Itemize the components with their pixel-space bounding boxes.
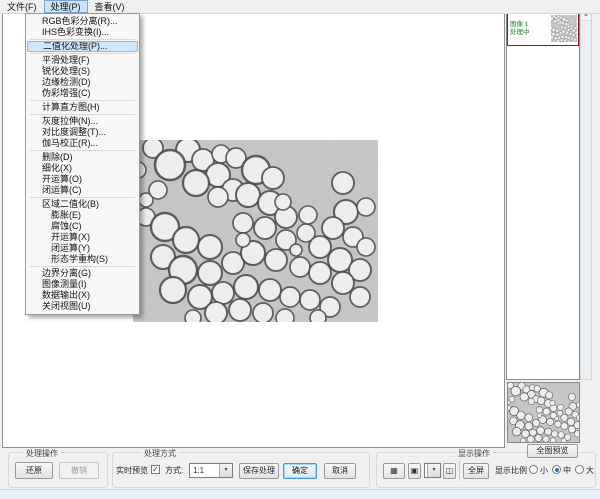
menu-item[interactable]: 边缘检测(D) <box>27 77 138 88</box>
menu-item[interactable]: 图像测量(I) <box>27 279 138 290</box>
scale-radio-label: 大 <box>586 466 594 475</box>
live-preview-label: 实时预览 <box>116 466 148 475</box>
menu-item[interactable]: 腐蚀(C) <box>27 221 138 232</box>
menu-separator <box>30 150 135 151</box>
menu-item[interactable]: 锐化处理(S) <box>27 66 138 77</box>
menu-item[interactable]: 删除(D) <box>27 152 138 163</box>
navigator-button[interactable]: 全图预览 <box>527 444 578 458</box>
image-icon: ▣ <box>411 466 419 475</box>
group-edit-ops: 处理操作 还原 撤销 <box>8 452 108 488</box>
menu-item[interactable]: 伪彩增强(C) <box>27 88 138 99</box>
list-scrollbar[interactable]: ▲ <box>580 10 592 380</box>
tem-image <box>133 140 378 322</box>
scale-radio-label: 小 <box>540 466 548 475</box>
menu-item[interactable]: 细化(X) <box>27 163 138 174</box>
scale-radio-中[interactable] <box>552 465 561 474</box>
tile-icon: ▦ <box>390 466 398 475</box>
scale-radio-label: 中 <box>563 466 571 475</box>
menu-item[interactable]: 开运算(X) <box>27 232 138 243</box>
view-mini-combobox[interactable]: ▾ <box>424 463 441 478</box>
menu-separator <box>30 39 135 40</box>
menu-item[interactable]: RGB色彩分离(R)... <box>27 16 138 27</box>
picture-view-button[interactable]: ◫ <box>443 463 456 479</box>
list-item-thumbnail <box>551 15 577 42</box>
menu-item[interactable]: IHS色彩变换(I)... <box>27 27 138 38</box>
group-display-label: 显示操作 <box>455 448 493 459</box>
picture-icon: ◫ <box>446 466 454 475</box>
save-process-button[interactable]: 保存处理 <box>239 463 279 479</box>
list-item-selected[interactable]: 图像 1 处理中 <box>507 11 579 46</box>
image-view-button[interactable]: ▣ <box>408 463 421 479</box>
menu-item[interactable]: 边界分离(G) <box>27 268 138 279</box>
fullscreen-button[interactable]: 全屏 <box>463 463 489 479</box>
toolbar-divider <box>459 461 460 481</box>
menubar-item-0[interactable]: 文件(F) <box>0 0 44 13</box>
menu-separator <box>30 266 135 267</box>
undo-button[interactable]: 还原 <box>15 462 53 479</box>
redo-button[interactable]: 撤销 <box>59 462 99 479</box>
menu-separator <box>30 53 135 54</box>
chevron-down-icon[interactable]: ▾ <box>427 464 440 477</box>
menu-separator <box>30 100 135 101</box>
caption-line1: 图像 1 <box>510 21 550 29</box>
menu-separator <box>30 114 135 115</box>
group-process-mode: 处理方式 实时预览 ✓ 方式: 1:1 ▾ 保存处理 确定 取消 <box>112 452 370 488</box>
menu-item[interactable]: 关闭视图(U) <box>27 301 138 312</box>
mode-label: 方式: <box>165 466 183 475</box>
process-menu-dropdown: RGB色彩分离(R)...IHS色彩变换(I)... 二值化处理(P)... 平滑处… <box>25 13 140 315</box>
navigator-thumbnail[interactable] <box>507 382 580 443</box>
menu-item[interactable]: 伽马校正(R)... <box>27 138 138 149</box>
cancel-button[interactable]: 取消 <box>324 463 356 479</box>
caption-line2: 处理中 <box>510 29 550 37</box>
menubar: 文件(F)处理(P)查看(V) <box>0 0 600 14</box>
menu-item[interactable]: 平滑处理(F) <box>27 55 138 66</box>
menubar-item-2[interactable]: 查看(V) <box>88 0 132 13</box>
scale-radio-大[interactable] <box>575 465 584 474</box>
thumbnail-list[interactable]: 图像 1 处理中 <box>506 10 580 380</box>
menu-item[interactable]: 区域二值化(B) <box>27 199 138 210</box>
menu-item[interactable]: 开运算(O) <box>27 174 138 185</box>
menu-item[interactable]: 灰度拉伸(N)... <box>27 116 138 127</box>
group-process-mode-label: 处理方式 <box>141 448 179 459</box>
ratio-combobox-value: 1:1 <box>193 466 204 475</box>
group-edit-ops-label: 处理操作 <box>23 448 61 459</box>
scale-label: 显示比例 <box>495 466 527 475</box>
menu-item[interactable]: 二值化处理(P)... <box>27 41 138 52</box>
menu-separator <box>30 197 135 198</box>
menu-item[interactable]: 对比度调整(T)... <box>27 127 138 138</box>
window-bottom-edge <box>0 489 600 499</box>
tile-view-button[interactable]: ▦ <box>383 463 405 479</box>
menu-item[interactable]: 计算直方图(H) <box>27 102 138 113</box>
menubar-item-1[interactable]: 处理(P) <box>44 0 88 13</box>
menu-item[interactable]: 闭运算(C) <box>27 185 138 196</box>
ratio-combobox[interactable]: 1:1 ▾ <box>189 463 233 478</box>
chevron-down-icon[interactable]: ▾ <box>219 464 232 477</box>
live-preview-checkbox[interactable]: ✓ <box>151 465 160 474</box>
scale-radio-小[interactable] <box>529 465 538 474</box>
ok-button[interactable]: 确定 <box>283 463 317 479</box>
menu-item[interactable]: 形态学重构(S) <box>27 254 138 265</box>
menu-item[interactable]: 闭运算(Y) <box>27 243 138 254</box>
menu-item[interactable]: 膨胀(E) <box>27 210 138 221</box>
menu-item[interactable]: 数据输出(X) <box>27 290 138 301</box>
list-item-caption: 图像 1 处理中 <box>508 21 550 37</box>
